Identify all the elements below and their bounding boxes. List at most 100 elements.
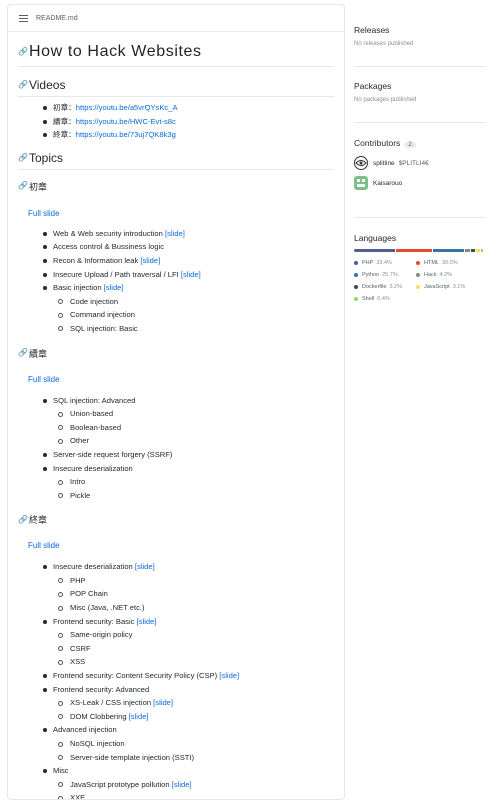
slide-link[interactable]: [slide] — [165, 229, 185, 238]
outline-list-icon[interactable] — [19, 14, 28, 22]
languages-title: Languages — [354, 233, 397, 243]
subtopic-text: SQL injection: Basic — [70, 323, 138, 333]
video-label: 續章： — [53, 116, 76, 126]
subtopic-item: CSRF — [53, 642, 334, 656]
contributor-item[interactable]: Kaisarouo — [354, 176, 486, 190]
language-item[interactable]: JavaScript 3.1% — [416, 281, 478, 293]
language-percent: 25.7% — [382, 272, 398, 278]
anchor-link-icon[interactable]: 🔗 — [18, 182, 28, 190]
video-link[interactable]: https://youtu.be/a5vrQYsKc_A — [76, 103, 178, 112]
packages-section: Packages No packages published — [354, 67, 486, 123]
topic-text: Insecure deserialization — [53, 463, 133, 473]
slide-link[interactable]: [slide] — [181, 270, 201, 279]
packages-empty: No packages published — [354, 97, 417, 103]
topic-item: Insecure deserialization Intro Pickle — [42, 462, 334, 503]
topic-text: Insecure deserialization — [53, 562, 133, 572]
slide-link[interactable]: [slide] — [104, 283, 124, 292]
language-percent: 33.4% — [376, 260, 392, 266]
language-color-dot — [354, 261, 358, 265]
anchor-link-icon[interactable]: 🔗 — [18, 48, 28, 56]
anchor-link-icon[interactable]: 🔗 — [18, 153, 28, 162]
language-percent: 3.1% — [452, 284, 466, 290]
subtopic-list: PHP POP Chain Misc (Java, .NET etc.) — [53, 574, 334, 615]
packages-title[interactable]: Packages — [354, 67, 486, 91]
ch2-heading-text: 續章 — [28, 348, 47, 359]
releases-section: Releases No releases published — [354, 10, 486, 67]
languages-list: PHP 33.4% HTML 30.0% Python 25.7% Hack 4.2% Dock… — [354, 257, 486, 305]
subtopic-text: PHP — [70, 575, 86, 585]
readme-filename: README.md — [36, 14, 78, 22]
language-bar-segment — [465, 249, 471, 252]
anchor-link-icon[interactable]: 🔗 — [18, 515, 28, 524]
anchor-link-icon[interactable]: 🔗 — [18, 81, 28, 89]
slide-link[interactable]: [slide] — [140, 256, 160, 265]
language-item[interactable]: PHP 33.4% — [354, 257, 416, 269]
language-item[interactable]: Shell 0.4% — [354, 293, 416, 305]
language-item[interactable]: Python 25.7% — [354, 269, 416, 281]
subtopic-text: Server-side template injection (SSTI) — [70, 752, 195, 762]
subtopic-item: Other — [53, 434, 334, 448]
ch1-list: Web & Web security introduction [slide] A… — [18, 227, 334, 336]
language-color-dot — [416, 273, 420, 277]
slide-link[interactable]: [slide] — [135, 562, 155, 571]
topic-item: Server-side request forgery (SSRF) — [42, 448, 334, 462]
releases-title[interactable]: Releases — [354, 10, 486, 35]
video-list-item: 續章：https://youtu.be/HWC-Evt-s8c — [42, 115, 334, 129]
language-name: Dockerfile — [362, 284, 387, 290]
language-percent: 3.2% — [389, 284, 402, 290]
subtopic-item: Boolean-based — [53, 421, 334, 435]
readme-body: 🔗 How to Hack Websites 🔗 Videos 初章：https… — [8, 43, 344, 800]
language-name: Hack — [424, 272, 437, 278]
subtopic-item: NoSQL injection — [53, 737, 334, 751]
repo-sidebar: Releases No releases published Packages … — [354, 10, 486, 305]
slide-link[interactable]: [slide] — [172, 780, 192, 789]
ch3-heading-text: 終章 — [28, 515, 47, 526]
language-item[interactable]: Dockerfile 3.2% — [354, 281, 416, 293]
video-link[interactable]: https://youtu.be/HWC-Evt-s8c — [76, 117, 176, 126]
contributor-item[interactable]: splitline $PLITLI4€ — [354, 156, 486, 170]
topic-text: Misc — [53, 766, 69, 776]
topic-item: Recon & Information leak [slide] — [42, 254, 334, 268]
ch2-heading: 🔗 續章 — [18, 347, 334, 360]
topic-text: Basic injection — [53, 283, 102, 293]
subtopic-item: PHP — [53, 574, 334, 588]
topics-heading-text: Topics — [28, 150, 63, 165]
language-item[interactable]: HTML 30.0% — [416, 257, 478, 269]
avatar[interactable] — [354, 156, 368, 170]
topic-item: Insecure Upload / Path traversal / LFI [… — [42, 268, 334, 282]
contributors-count-badge: 2 — [404, 142, 416, 148]
ch1-heading: 🔗 初章 — [18, 180, 334, 193]
language-name: Python — [362, 272, 380, 278]
contributor-name[interactable]: Kaisarouo — [373, 180, 402, 187]
subtopic-item: Same-origin policy — [53, 628, 334, 642]
language-percent: 30.0% — [441, 260, 458, 266]
language-item[interactable]: Hack 4.2% — [416, 269, 478, 281]
video-link[interactable]: https://youtu.be/73uj7QK8k3g — [76, 130, 176, 139]
slide-link[interactable]: [slide] — [129, 712, 149, 721]
readme-header: README.md — [8, 5, 344, 32]
slide-link[interactable]: [slide] — [219, 671, 239, 680]
subtopic-list: NoSQL injection Server-side template inje… — [53, 737, 334, 764]
topic-text: Frontend security: Basic — [53, 616, 135, 626]
topic-text: Recon & Information leak — [53, 255, 139, 265]
anchor-link-icon[interactable]: 🔗 — [18, 349, 28, 357]
language-bar-segment — [476, 249, 481, 252]
slide-link[interactable]: [slide] — [153, 698, 173, 707]
language-name: PHP — [362, 260, 374, 266]
subtopic-item: Command injection — [53, 308, 334, 322]
subtopic-text: XXE — [70, 793, 86, 800]
subtopic-item: XS-Leak / CSS injection [slide] — [53, 696, 334, 710]
full-slide-link[interactable]: Full slide — [28, 541, 60, 550]
topic-text: Frontend security: Advanced — [53, 684, 150, 694]
avatar[interactable] — [354, 176, 368, 190]
contributor-name[interactable]: splitline — [373, 160, 395, 167]
subtopic-list: Intro Pickle — [53, 475, 334, 502]
subtopic-text: Command injection — [70, 310, 135, 320]
language-color-dot — [354, 285, 358, 289]
full-slide-link[interactable]: Full slide — [28, 209, 60, 218]
full-slide-link[interactable]: Full slide — [28, 375, 60, 384]
contributors-title[interactable]: Contributors 2 — [354, 123, 486, 148]
topic-text: SQL injection: Advanced — [53, 395, 136, 405]
slide-link[interactable]: [slide] — [137, 617, 157, 626]
page-title: How to Hack Websites — [28, 43, 202, 60]
